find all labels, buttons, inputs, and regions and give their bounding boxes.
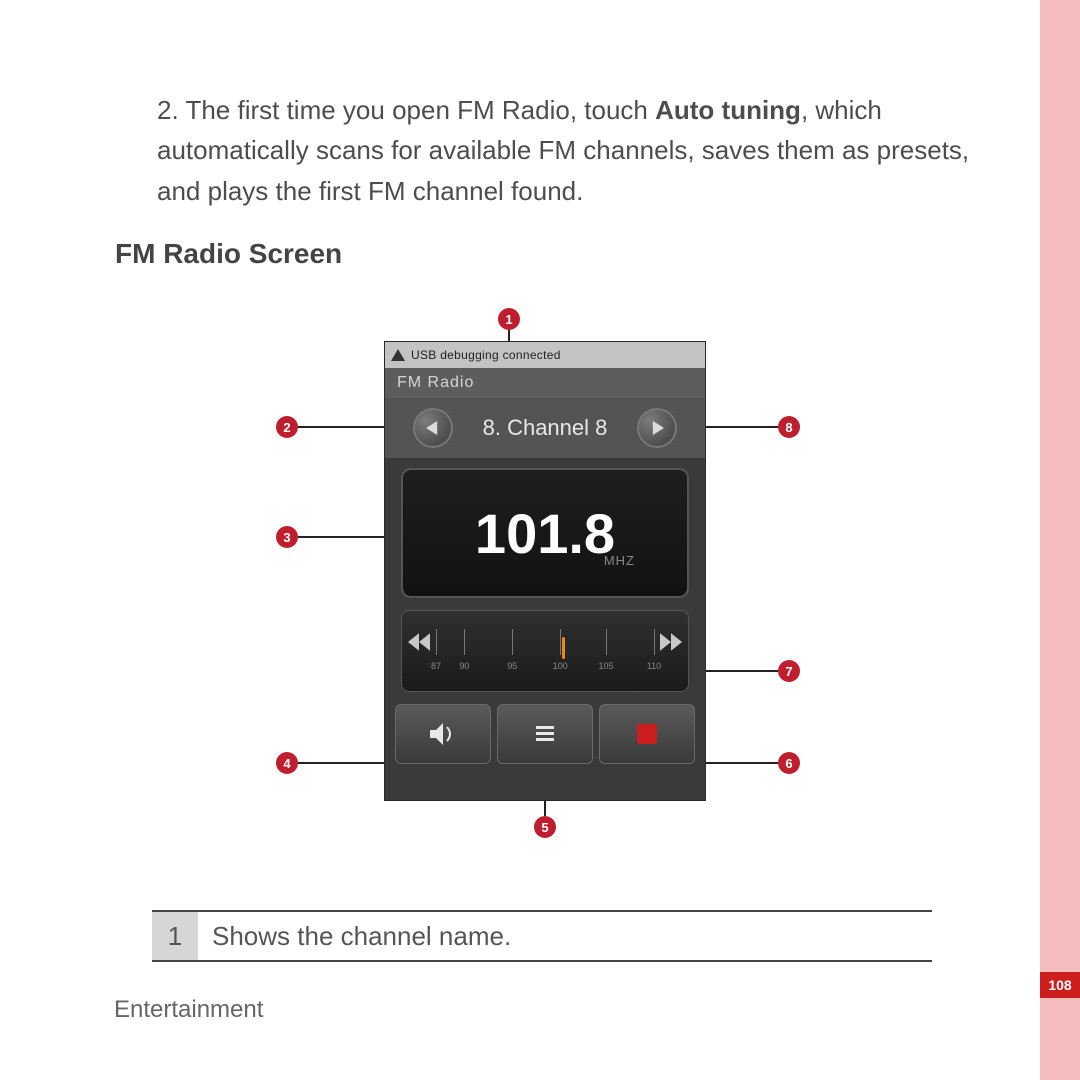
- channel-row: 8. Channel 8: [385, 398, 705, 458]
- dial-ticks: 87 90 95 100 105 110: [436, 629, 654, 669]
- bottom-toolbar: [395, 704, 695, 764]
- dial-label: 100: [553, 661, 568, 671]
- section-heading: FM Radio Screen: [115, 238, 342, 270]
- step-paragraph: 2. The first time you open FM Radio, tou…: [157, 90, 1007, 211]
- dial-label: 90: [459, 661, 469, 671]
- warning-icon: [391, 349, 405, 361]
- callout-8: 8: [778, 416, 800, 438]
- legend-table: 1 Shows the channel name.: [152, 910, 932, 962]
- dial-label: 110: [647, 661, 661, 671]
- footer-section-name: Entertainment: [114, 996, 263, 1024]
- triangle-right-icon: [650, 421, 664, 435]
- status-bar: USB debugging connected: [385, 342, 705, 368]
- callout-5: 5: [534, 816, 556, 838]
- triangle-left-icon: [426, 421, 440, 435]
- callout-6: 6: [778, 752, 800, 774]
- app-title: FM Radio: [385, 368, 705, 398]
- lead-3: [298, 536, 398, 538]
- forward-icon: [660, 631, 682, 653]
- speaker-icon: [428, 719, 458, 749]
- menu-button[interactable]: [497, 704, 593, 764]
- tuning-dial[interactable]: 87 90 95 100 105 110: [401, 610, 689, 692]
- frequency-value: 101.8: [475, 501, 615, 566]
- callout-1: 1: [498, 308, 520, 330]
- prev-channel-button[interactable]: [413, 408, 453, 448]
- figure: 1 2 8 3 7 4 6 5 USB debugging connected …: [280, 308, 840, 838]
- side-tab: [1040, 0, 1080, 1080]
- record-icon: [637, 724, 657, 744]
- dial-label: 95: [507, 661, 517, 671]
- page-number: 108: [1040, 972, 1080, 998]
- table-row: 1 Shows the channel name.: [152, 912, 932, 960]
- next-channel-button[interactable]: [637, 408, 677, 448]
- step-pre: The first time you open FM Radio, touch: [185, 95, 655, 125]
- callout-4: 4: [276, 752, 298, 774]
- speaker-button[interactable]: [395, 704, 491, 764]
- channel-name: 8. Channel 8: [483, 415, 608, 441]
- list-icon: [530, 719, 560, 749]
- step-number: 2.: [157, 95, 179, 125]
- legend-description: Shows the channel name.: [198, 912, 932, 960]
- seek-back-button[interactable]: [406, 629, 432, 655]
- seek-forward-button[interactable]: [658, 629, 684, 655]
- callout-2: 2: [276, 416, 298, 438]
- phone-screenshot: USB debugging connected FM Radio 8. Chan…: [384, 341, 706, 801]
- legend-number: 1: [152, 912, 198, 960]
- step-bold: Auto tuning: [655, 95, 801, 125]
- rewind-icon: [408, 631, 430, 653]
- status-text: USB debugging connected: [411, 348, 561, 362]
- dial-label: 87: [431, 661, 441, 671]
- callout-3: 3: [276, 526, 298, 548]
- frequency-unit: MHZ: [604, 553, 635, 568]
- callout-7: 7: [778, 660, 800, 682]
- record-button[interactable]: [599, 704, 695, 764]
- dial-needle: [562, 637, 565, 659]
- dial-label: 105: [599, 661, 614, 671]
- frequency-panel: 101.8 MHZ: [401, 468, 689, 598]
